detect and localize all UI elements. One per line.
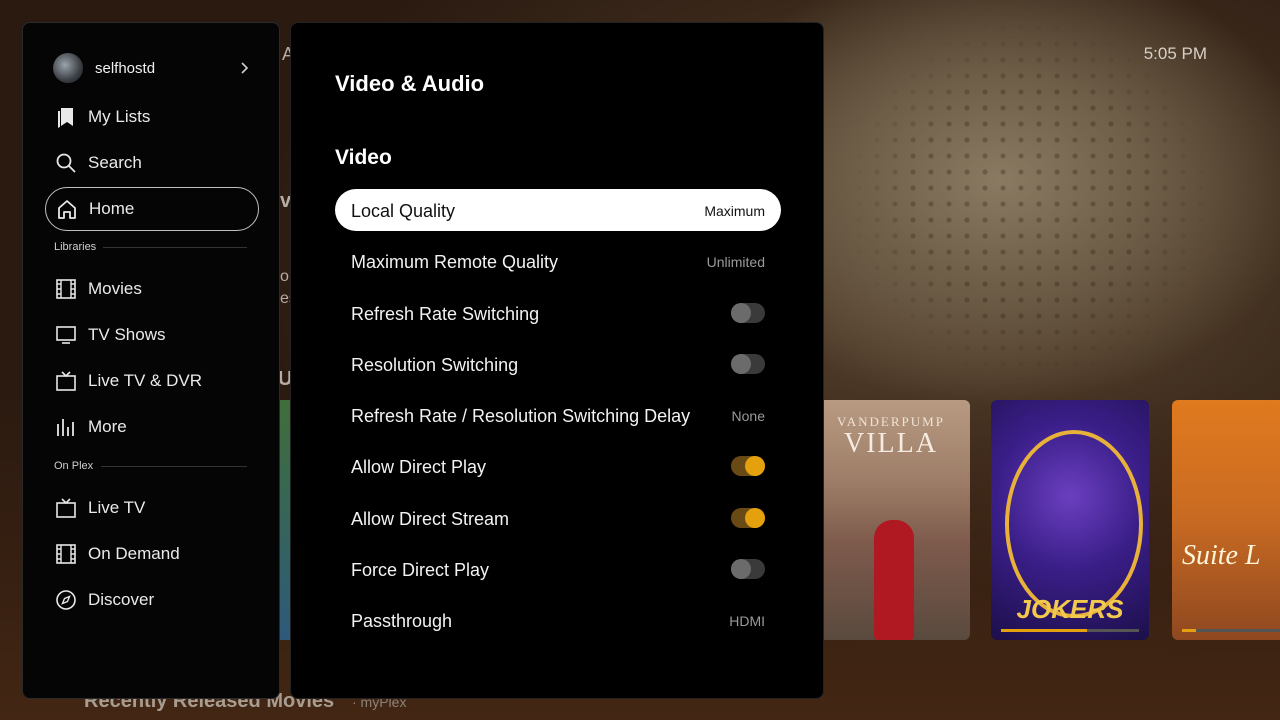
nav-label: TV Shows <box>88 325 166 344</box>
setting-label: Local Quality <box>351 201 456 221</box>
clock: 5:05 PM <box>1143 44 1207 63</box>
sidebar: selfhostd My Lists Search Home Libraries… <box>22 22 280 699</box>
watch-progress-bar <box>1182 629 1280 632</box>
tv-icon <box>56 498 76 518</box>
poster-ring <box>1005 430 1143 618</box>
poster-vanderpump-villa[interactable]: VANDERPUMP VILLA <box>812 400 970 640</box>
toggle-knob <box>745 508 765 528</box>
setting-label: Force Direct Play <box>351 560 490 580</box>
film-icon <box>56 279 76 299</box>
hero-cheetah-texture <box>850 20 1210 380</box>
poster-title: Suite L <box>1182 540 1261 571</box>
divider <box>103 247 247 248</box>
chevron-right-icon <box>241 62 249 74</box>
nav-label: Search <box>88 153 142 172</box>
compass-icon <box>56 590 76 610</box>
poster-figure <box>874 520 914 640</box>
setting-value: HDMI <box>729 613 765 629</box>
toggle-knob <box>745 456 765 476</box>
divider <box>101 466 247 467</box>
tv-icon <box>56 371 76 391</box>
search-icon <box>56 153 76 173</box>
user-name: selfhostd <box>95 60 156 77</box>
nav-live-tv-dvr[interactable]: Live TV & DVR <box>45 360 257 402</box>
nav-label: Live TV & DVR <box>88 371 203 390</box>
setting-label: Maximum Remote Quality <box>351 252 559 272</box>
toggle-switch[interactable] <box>731 559 765 579</box>
toggle-switch[interactable] <box>731 354 765 374</box>
setting-switching-delay[interactable]: Refresh Rate / Resolution Switching Dela… <box>335 394 781 436</box>
nav-movies[interactable]: Movies <box>45 268 257 310</box>
poster-title: JOKERS <box>1016 594 1124 624</box>
nav-discover[interactable]: Discover <box>45 579 257 621</box>
setting-maximum-remote-quality[interactable]: Maximum Remote Quality Unlimited <box>335 240 781 282</box>
settings-panel: Video & Audio Video Local Quality Maximu… <box>290 22 824 699</box>
nav-label: On Demand <box>88 544 180 563</box>
setting-label: Resolution Switching <box>351 355 519 375</box>
poster-title: VILLA <box>844 428 938 459</box>
toggle-knob <box>731 303 751 323</box>
setting-allow-direct-stream[interactable]: Allow Direct Stream <box>335 497 781 539</box>
setting-label: Allow Direct Stream <box>351 509 510 529</box>
setting-label: Refresh Rate Switching <box>351 304 540 324</box>
nav-home[interactable]: Home <box>45 187 259 231</box>
nav-my-lists[interactable]: My Lists <box>45 96 257 138</box>
setting-value: Maximum <box>704 203 765 219</box>
monitor-icon <box>56 326 76 344</box>
section-libraries: Libraries <box>54 241 97 253</box>
setting-value: None <box>731 408 765 424</box>
nav-search[interactable]: Search <box>45 142 257 184</box>
page-title: Video & Audio <box>335 71 485 96</box>
nav-label: Home <box>89 199 135 218</box>
section-on-plex: On Plex <box>54 460 94 472</box>
setting-value: Unlimited <box>706 254 765 270</box>
section-title: Video <box>335 146 392 169</box>
setting-label: Passthrough <box>351 611 453 631</box>
toggle-switch[interactable] <box>731 508 765 528</box>
bars-icon <box>57 419 74 436</box>
nav-tv-shows[interactable]: TV Shows <box>45 314 257 356</box>
toggle-knob <box>731 559 751 579</box>
bookmark-icon <box>58 108 73 128</box>
watch-progress-bar <box>1001 629 1139 632</box>
watch-progress-fill <box>1001 629 1087 632</box>
home-icon <box>58 200 76 219</box>
setting-label: Allow Direct Play <box>351 457 487 477</box>
nav-label: Movies <box>88 279 142 298</box>
nav-on-demand[interactable]: On Demand <box>45 533 257 575</box>
nav-live-tv[interactable]: Live TV <box>45 487 257 529</box>
nav-more[interactable]: More <box>45 406 257 448</box>
nav-label: Live TV <box>88 498 146 517</box>
poster-impractical-jokers[interactable]: JOKERS <box>991 400 1149 640</box>
setting-force-direct-play[interactable]: Force Direct Play <box>335 548 781 590</box>
avatar <box>53 53 83 83</box>
setting-label: Refresh Rate / Resolution Switching Dela… <box>351 406 691 426</box>
user-switcher[interactable]: selfhostd <box>53 53 253 85</box>
setting-refresh-rate-switching[interactable]: Refresh Rate Switching <box>335 292 781 334</box>
setting-allow-direct-play[interactable]: Allow Direct Play <box>335 445 781 487</box>
nav-label: Discover <box>88 590 155 609</box>
nav-label: More <box>88 417 127 436</box>
toggle-switch[interactable] <box>731 303 765 323</box>
film-icon <box>56 544 76 564</box>
setting-resolution-switching[interactable]: Resolution Switching <box>335 343 781 385</box>
setting-passthrough[interactable]: Passthrough HDMI <box>335 599 781 641</box>
toggle-switch[interactable] <box>731 456 765 476</box>
toggle-knob <box>731 354 751 374</box>
nav-label: My Lists <box>88 107 151 126</box>
watch-progress-fill <box>1182 629 1196 632</box>
poster-suite-life[interactable]: Suite L <box>1172 400 1280 640</box>
setting-local-quality[interactable]: Local Quality Maximum <box>335 189 781 231</box>
